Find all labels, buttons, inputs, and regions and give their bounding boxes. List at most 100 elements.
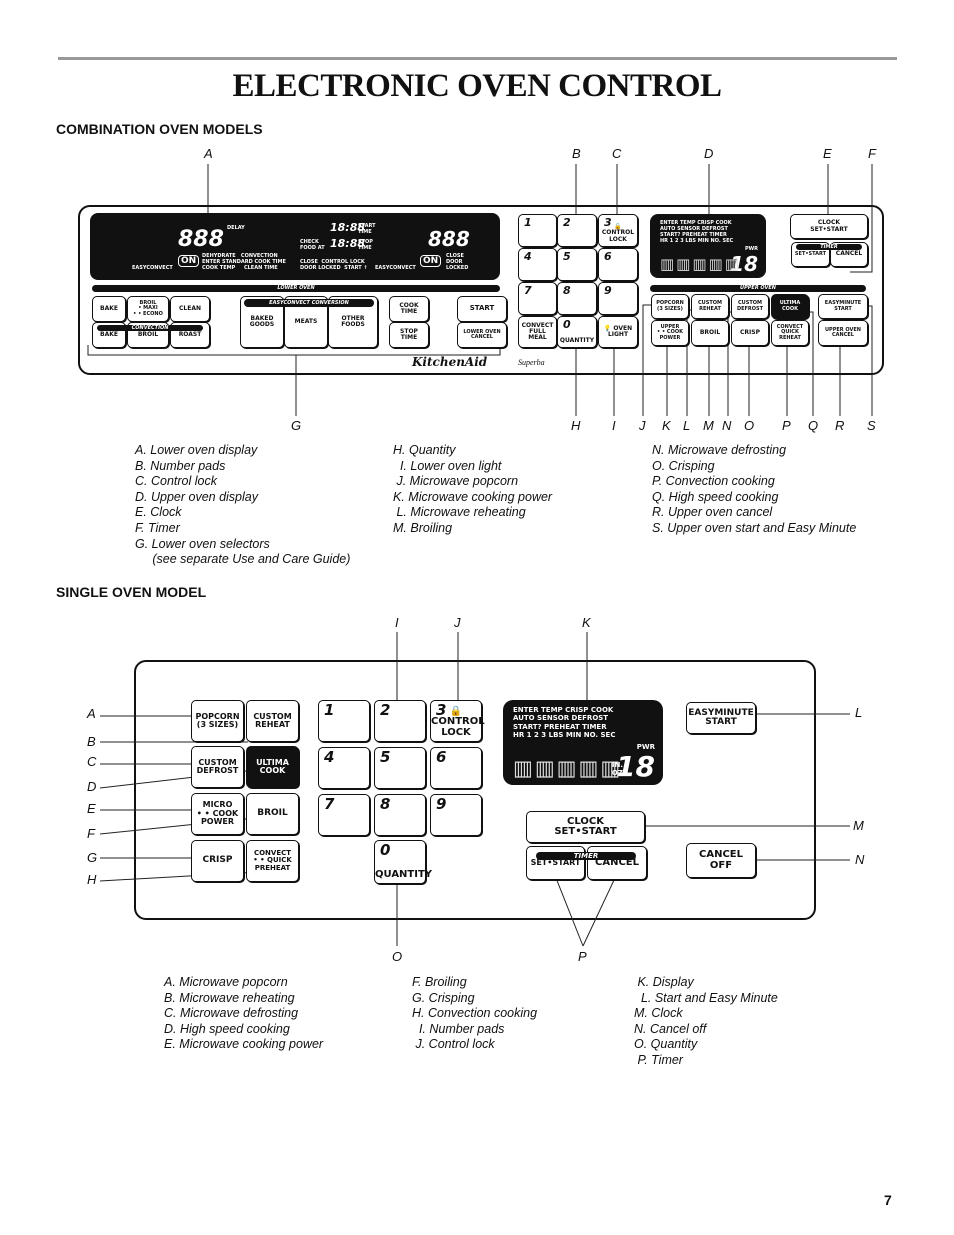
single-button-1[interactable]: 1: [318, 700, 370, 742]
combo-button-upper-oven[interactable]: UPPER OVEN CANCEL: [818, 320, 868, 346]
combo-button-oven[interactable]: 💡 OVEN LIGHT: [598, 316, 638, 348]
single-button-3[interactable]: 3 🔒 CONTROL LOCK: [430, 700, 485, 742]
callout-b: B: [572, 146, 581, 161]
combo-button-7[interactable]: 7: [518, 282, 557, 315]
display-words: ENTER TEMP CRISP COOK AUTO SENSOR DEFROS…: [660, 220, 734, 244]
combo-button-9[interactable]: 9: [598, 282, 638, 315]
combo-button-crisp[interactable]: CRISP: [731, 320, 769, 346]
combo-button-3[interactable]: 3 🔒 CONTROL LOCK: [598, 214, 638, 247]
combo-button-custom[interactable]: CUSTOM DEFROST: [731, 294, 769, 319]
combo-button-broil[interactable]: BROIL • MAXI • • ECONO: [127, 296, 169, 322]
lower-oven-display: EASYCONVECT 888 ON DELAY DEHYDRATE CONVECTIO…: [90, 213, 500, 280]
combo-button-start[interactable]: START: [457, 296, 507, 322]
callout-a: A: [204, 146, 213, 161]
easyconvect-bar: EASYCONVECT CONVERSION: [244, 299, 374, 307]
single-button-custom[interactable]: CUSTOM REHEAT: [246, 700, 299, 742]
button-number: 4: [524, 250, 532, 263]
leader-line: [582, 877, 616, 947]
button-number: 7: [324, 795, 335, 813]
lower-display-temp: 888: [178, 227, 224, 252]
callout-n: N: [722, 418, 732, 433]
button-label: POPCORN (3 SIZES): [656, 300, 684, 312]
single-button-micro[interactable]: MICRO • • COOK POWER: [191, 793, 244, 835]
combo-button-popcorn[interactable]: POPCORN (3 SIZES): [651, 294, 689, 319]
leader-line: [555, 877, 584, 947]
combo-button-convect[interactable]: CONVECT QUICK REHEAT: [771, 320, 809, 346]
single-button-clock[interactable]: CLOCK SET•START: [526, 811, 645, 843]
combo-button-broil[interactable]: BROIL: [691, 320, 729, 346]
callout-j: J: [454, 615, 461, 630]
single-button-4[interactable]: 4: [318, 747, 370, 789]
button-label: CANCEL: [835, 250, 863, 258]
button-number: 0: [563, 318, 571, 331]
combo-button-4[interactable]: 4: [518, 248, 557, 281]
single-button-ultima[interactable]: ULTIMA COOK: [246, 746, 299, 788]
button-number: 1: [324, 701, 335, 719]
button-label: BROIL • MAXI • • ECONO: [133, 300, 163, 317]
single-display: ENTER TEMP CRISP COOK AUTO SENSOR DEFROS…: [503, 700, 663, 785]
callout-i: I: [612, 418, 616, 433]
single-button-easyminute[interactable]: EASYMINUTE START: [686, 702, 756, 734]
callout-f: F: [868, 146, 876, 161]
combo-button-stop[interactable]: STOP TIME: [389, 322, 429, 348]
button-label: CUSTOM DEFROST: [736, 300, 764, 312]
combo-button-lower-oven[interactable]: LOWER OVEN CANCEL: [457, 322, 507, 348]
button-label: CUSTOM REHEAT: [698, 300, 722, 312]
callout-c: C: [87, 754, 97, 769]
single-button-0[interactable]: 0 QUANTITY: [374, 840, 432, 884]
button-label: OTHER FOODS: [341, 314, 365, 328]
callout-a: A: [87, 706, 96, 721]
button-label: EASYMINUTE START: [824, 300, 862, 312]
leader-line: [642, 304, 651, 416]
button-label: ROAST: [178, 330, 202, 338]
single-button-broil[interactable]: BROIL: [246, 793, 299, 835]
single-button-7[interactable]: 7: [318, 794, 370, 836]
button-number: 6: [604, 250, 612, 263]
single-button-popcorn[interactable]: POPCORN (3 SIZES): [191, 700, 244, 742]
combo-button-bake[interactable]: BAKE: [92, 296, 126, 322]
lower-display-door: CLOSE DOOR LOCKED: [446, 253, 469, 271]
button-sublabel: QUANTITY: [559, 336, 595, 344]
button-number: 2: [380, 701, 391, 719]
combo-button-custom[interactable]: CUSTOM REHEAT: [691, 294, 729, 319]
combo-button-0[interactable]: 0 QUANTITY: [557, 316, 597, 348]
combo-button-cook[interactable]: COOK TIME: [389, 296, 429, 322]
single-button-5[interactable]: 5: [374, 747, 426, 789]
combo-button-clock[interactable]: CLOCK SET•START: [790, 214, 868, 239]
single-timer-bar: TIMER: [536, 852, 636, 860]
button-label: POPCORN (3 SIZES): [195, 711, 240, 729]
callout-l: L: [683, 418, 691, 433]
single-button-9[interactable]: 9: [430, 794, 482, 836]
single-button-custom[interactable]: CUSTOM DEFROST: [191, 746, 244, 788]
button-label: BROIL: [137, 330, 159, 338]
single-button-convect[interactable]: CONVECT • • QUICK PREHEAT: [246, 840, 299, 882]
timer-bar: TIMER: [796, 244, 862, 250]
button-number: 8: [380, 795, 391, 813]
callout-k: K: [582, 615, 591, 630]
callout-o: O: [744, 418, 755, 433]
button-number: 9: [436, 795, 447, 813]
combo-button-clean[interactable]: CLEAN: [170, 296, 210, 322]
combo-button-easyminute[interactable]: EASYMINUTE START: [818, 294, 868, 319]
combo-legend-column: A. Lower oven display B. Number pads C. …: [135, 443, 351, 567]
single-button-6[interactable]: 6: [430, 747, 482, 789]
combo-button-upper[interactable]: UPPER • • COOK POWER: [651, 320, 689, 346]
callout-q: Q: [808, 418, 819, 433]
combo-button-8[interactable]: 8: [557, 282, 597, 315]
button-label: MICRO • • COOK POWER: [196, 800, 239, 827]
single-button-cancel[interactable]: CANCEL OFF: [686, 843, 756, 878]
combo-button-1[interactable]: 1: [518, 214, 557, 247]
combo-button-ultima[interactable]: ULTIMA COOK: [771, 294, 809, 319]
callout-k: K: [662, 418, 671, 433]
lower-display-temp: 888: [428, 227, 470, 251]
lower-display-stop_time: STOP TIME: [358, 239, 373, 251]
combo-button-6[interactable]: 6: [598, 248, 638, 281]
combo-button-convect[interactable]: CONVECT FULL MEAL: [518, 316, 557, 348]
single-button-8[interactable]: 8: [374, 794, 426, 836]
single-button-2[interactable]: 2: [374, 700, 426, 742]
combo-button-5[interactable]: 5: [557, 248, 597, 281]
single-button-crisp[interactable]: CRISP: [191, 840, 244, 882]
button-number: 4: [324, 748, 335, 766]
combo-button-2[interactable]: 2: [557, 214, 597, 247]
button-label: SET•START: [794, 250, 827, 257]
